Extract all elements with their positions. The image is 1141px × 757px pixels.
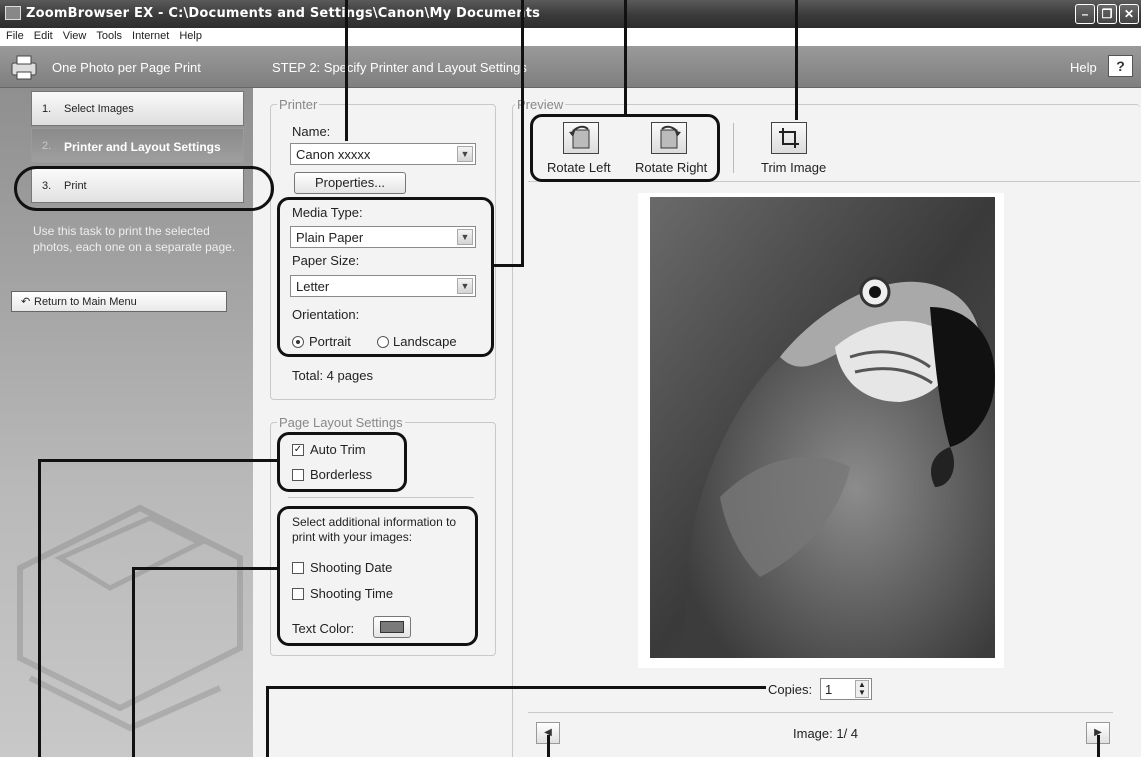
printer-name-label: Name:: [292, 124, 331, 139]
rotate-left-button[interactable]: [563, 122, 599, 154]
leader-line: [547, 735, 550, 757]
menu-file[interactable]: File: [0, 28, 28, 42]
step-label: Select Images: [64, 103, 134, 115]
step-number: 2.: [42, 140, 52, 152]
trim-image-button[interactable]: [771, 122, 807, 154]
leader-line: [1097, 735, 1100, 757]
step-title: STEP 2: Specify Printer and Layout Setti…: [272, 60, 527, 75]
image-counter: Image: 1/ 4: [793, 726, 859, 741]
landscape-radio[interactable]: [377, 336, 389, 348]
paper-size-label: Paper Size:: [292, 253, 360, 268]
task-header: One Photo per Page Print STEP 2: Specify…: [0, 46, 1141, 88]
leader-line: [266, 686, 766, 689]
leader-line: [38, 459, 41, 757]
borderless-checkbox[interactable]: [292, 469, 304, 481]
media-type-select[interactable]: Plain Paper ▼: [290, 226, 476, 248]
step-select-images[interactable]: 1. Select Images: [31, 91, 244, 126]
step-printer-layout[interactable]: 2. Printer and Layout Settings: [31, 128, 244, 163]
copies-value: 1: [825, 682, 833, 697]
preview-divider: [528, 181, 1140, 182]
landscape-label: Landscape: [393, 334, 457, 349]
shooting-time-checkbox[interactable]: [292, 588, 304, 600]
leader-line: [624, 0, 627, 114]
chevron-down-icon: ▼: [457, 146, 473, 162]
borderless-label: Borderless: [310, 467, 373, 482]
total-pages: Total: 4 pages: [292, 368, 373, 383]
portrait-label: Portrait: [309, 334, 351, 349]
spinner-arrows-icon[interactable]: ▲ ▼: [855, 680, 869, 698]
shooting-time-label: Shooting Time: [310, 586, 394, 601]
leader-line: [345, 0, 348, 141]
orientation-label: Orientation:: [292, 307, 360, 322]
step-label: Print: [64, 180, 87, 192]
help-label[interactable]: Help: [1070, 60, 1097, 75]
menu-edit[interactable]: Edit: [28, 28, 57, 42]
additional-info-text: Select additional information to print w…: [292, 515, 457, 544]
menu-help[interactable]: Help: [173, 28, 206, 42]
menu-tools[interactable]: Tools: [90, 28, 126, 42]
media-type-value: Plain Paper: [296, 230, 364, 245]
return-label: Return to Main Menu: [34, 296, 137, 308]
copies-label: Copies:: [768, 682, 813, 697]
auto-trim-label: Auto Trim: [310, 442, 366, 457]
trim-image-label: Trim Image: [761, 160, 827, 175]
menu-view[interactable]: View: [57, 28, 91, 42]
return-arrow-icon: ↶: [21, 296, 31, 308]
restore-button[interactable]: ❐: [1097, 4, 1117, 24]
leader-line: [266, 686, 269, 757]
menu-bar: File Edit View Tools Internet Help: [0, 28, 1141, 46]
printer-name-select[interactable]: Canon xxxxx ▼: [290, 143, 476, 165]
portrait-radio[interactable]: [292, 336, 304, 348]
copies-spinner[interactable]: 1 ▲ ▼: [820, 678, 872, 700]
divider: [288, 497, 474, 498]
help-button[interactable]: ?: [1108, 55, 1133, 77]
leader-line: [521, 0, 524, 266]
app-icon: [5, 6, 21, 20]
paper-size-value: Letter: [296, 279, 330, 294]
task-title: One Photo per Page Print: [52, 60, 201, 75]
shooting-date-label: Shooting Date: [310, 560, 393, 575]
step-print[interactable]: 3. Print: [31, 168, 244, 203]
parrot-photo: [650, 197, 995, 658]
leader-line: [38, 459, 278, 462]
rotate-left-label: Rotate Left: [547, 160, 611, 175]
return-to-main-menu-button[interactable]: ↶ Return to Main Menu: [11, 291, 227, 312]
chevron-down-icon: ▼: [457, 278, 473, 294]
text-color-swatch: [380, 621, 404, 633]
printer-name-value: Canon xxxxx: [296, 147, 371, 162]
leader-line: [795, 0, 798, 120]
nav-divider: [528, 712, 1113, 713]
shooting-date-checkbox[interactable]: [292, 562, 304, 574]
leader-line: [494, 264, 524, 267]
toolbar-separator: [733, 123, 734, 173]
printer-icon: [11, 55, 37, 80]
step-number: 1.: [42, 103, 52, 115]
chevron-down-icon: ▼: [457, 229, 473, 245]
close-button[interactable]: ✕: [1119, 4, 1139, 24]
text-color-label: Text Color:: [292, 621, 355, 636]
window-title: ZoomBrowser EX - C:\Documents and Settin…: [26, 6, 541, 21]
task-description: Use this task to print the selected phot…: [33, 224, 236, 254]
paper-size-select[interactable]: Letter ▼: [290, 275, 476, 297]
crop-icon: [779, 128, 799, 148]
menu-internet[interactable]: Internet: [126, 28, 173, 42]
step-number: 3.: [42, 180, 52, 192]
rotate-right-button[interactable]: [651, 122, 687, 154]
minimize-button[interactable]: –: [1075, 4, 1095, 24]
properties-button[interactable]: Properties...: [294, 172, 406, 194]
auto-trim-checkbox[interactable]: ✓: [292, 444, 304, 456]
title-bar: ZoomBrowser EX - C:\Documents and Settin…: [0, 0, 1141, 28]
media-type-label: Media Type:: [292, 205, 363, 220]
rotate-right-label: Rotate Right: [635, 160, 708, 175]
page-layout-legend: Page Layout Settings: [277, 415, 405, 430]
printer-legend: Printer: [277, 97, 320, 112]
rotate-right-icon: [660, 125, 681, 149]
text-color-button[interactable]: [373, 616, 411, 638]
leader-line: [132, 567, 135, 757]
leader-line: [132, 567, 278, 570]
step-label: Printer and Layout Settings: [64, 140, 221, 154]
rotate-left-icon: [569, 125, 590, 149]
